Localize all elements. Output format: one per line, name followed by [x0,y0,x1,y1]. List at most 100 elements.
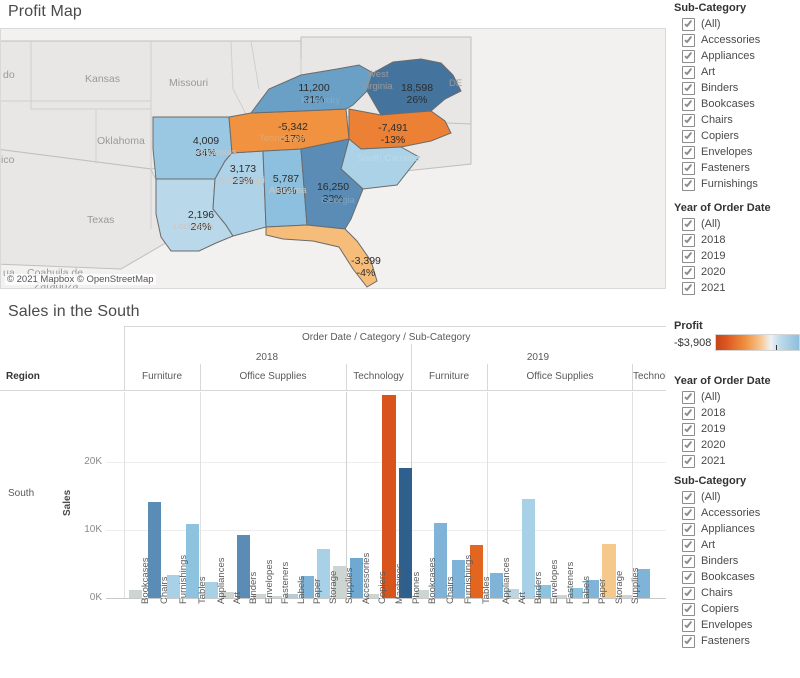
x-label-appliances[interactable]: Appliances [216,558,227,604]
filter-item-art[interactable]: Art [682,64,800,80]
filter-list-sub-category-top[interactable]: (All) Accessories Appliances Art Binders… [672,16,800,198]
checkbox-icon[interactable] [682,391,695,404]
x-label-chairs-2019[interactable]: Chairs [445,577,456,604]
filter-item-binders[interactable]: Binders [682,80,800,96]
x-label-bookcases[interactable]: Bookcases [140,558,151,604]
filter-item-envelopes[interactable]: Envelopes [682,144,800,160]
checkbox-icon[interactable] [682,146,695,159]
filter-item-envelopes-bottom[interactable]: Envelopes [682,617,800,633]
checkbox-icon[interactable] [682,50,695,63]
x-label-accessories[interactable]: Accessories [361,553,372,604]
x-label-furnishings[interactable]: Furnishings [178,555,189,604]
x-label-tables-2019[interactable]: Tables [481,577,492,604]
checkbox-icon[interactable] [682,523,695,536]
x-label-binders-2019[interactable]: Binders [533,572,544,604]
checkbox-icon[interactable] [682,603,695,616]
checkbox-icon[interactable] [682,250,695,263]
filter-item-binders-bottom[interactable]: Binders [682,553,800,569]
plot-area[interactable]: Bookcases Chairs Furnishings Tables Appl… [0,326,666,678]
checkbox-icon[interactable] [682,98,695,111]
x-label-art-2019[interactable]: Art [517,592,528,604]
x-label-supplies[interactable]: Supplies [344,568,355,604]
x-label-appliances-2019[interactable]: Appliances [501,558,512,604]
checkbox-icon[interactable] [682,439,695,452]
checkbox-icon[interactable] [682,587,695,600]
checkbox-icon[interactable] [682,407,695,420]
legend-gradient-row[interactable]: -$3,908 [674,334,800,351]
checkbox-icon[interactable] [682,178,695,191]
x-label-labels[interactable]: Labels [296,576,307,604]
x-label-envelopes-2019[interactable]: Envelopes [549,560,560,604]
checkbox-icon[interactable] [682,423,695,436]
filter-item-chairs[interactable]: Chairs [682,112,800,128]
filter-item-chairs-bottom[interactable]: Chairs [682,585,800,601]
checkbox-icon[interactable] [682,571,695,584]
filter-item-year-2018[interactable]: 2018 [682,232,800,248]
filter-list-year-bottom[interactable]: (All) 2018 2019 2020 2021 [672,389,800,469]
filter-item-year-2021-bottom[interactable]: 2021 [682,453,800,469]
checkbox-icon[interactable] [682,539,695,552]
filter-item-year-all[interactable]: (All) [682,216,800,232]
x-label-labels-2019[interactable]: Labels [581,576,592,604]
checkbox-icon[interactable] [682,218,695,231]
checkbox-icon[interactable] [682,234,695,247]
filter-item-year-all-bottom[interactable]: (All) [682,389,800,405]
filter-item-bookcases[interactable]: Bookcases [682,96,800,112]
filter-item-year-2019-bottom[interactable]: 2019 [682,421,800,437]
x-label-storage-2019[interactable]: Storage [614,571,625,604]
x-label-art[interactable]: Art [232,592,243,604]
x-label-bookcases-2019[interactable]: Bookcases [427,558,438,604]
checkbox-icon[interactable] [682,491,695,504]
filter-item-accessories-bottom[interactable]: Accessories [682,505,800,521]
filter-item-bookcases-bottom[interactable]: Bookcases [682,569,800,585]
x-label-tables[interactable]: Tables [197,577,208,604]
filter-item-fasteners[interactable]: Fasteners [682,160,800,176]
x-label-storage[interactable]: Storage [328,571,339,604]
checkbox-icon[interactable] [682,507,695,520]
filter-item-copiers-bottom[interactable]: Copiers [682,601,800,617]
x-label-paper-2019[interactable]: Paper [597,579,608,604]
checkbox-icon[interactable] [682,555,695,568]
x-label-fasteners[interactable]: Fasteners [280,562,291,604]
filter-item-all-bottom[interactable]: (All) [682,489,800,505]
filter-item-all[interactable]: (All) [682,16,800,32]
map-canvas[interactable]: Kansas Missouri Oklahoma Texas West Virg… [1,29,665,288]
x-label-fasteners-2019[interactable]: Fasteners [565,562,576,604]
filter-item-appliances-bottom[interactable]: Appliances [682,521,800,537]
sales-bar-chart[interactable]: Order Date / Category / Sub-Category 201… [0,326,666,678]
legend-color-gradient[interactable] [715,334,800,351]
x-label-binders[interactable]: Binders [248,572,259,604]
filter-list-sub-category-bottom[interactable]: (All) Accessories Appliances Art Binders… [672,489,800,651]
checkbox-icon[interactable] [682,66,695,79]
checkbox-icon[interactable] [682,455,695,468]
filter-item-accessories[interactable]: Accessories [682,32,800,48]
checkbox-icon[interactable] [682,34,695,47]
filter-item-year-2021[interactable]: 2021 [682,280,800,296]
checkbox-icon[interactable] [682,82,695,95]
checkbox-icon[interactable] [682,162,695,175]
profit-map[interactable]: Kansas Missouri Oklahoma Texas West Virg… [0,28,666,289]
checkbox-icon[interactable] [682,619,695,632]
checkbox-icon[interactable] [682,266,695,279]
filter-item-year-2020[interactable]: 2020 [682,264,800,280]
filter-item-year-2019[interactable]: 2019 [682,248,800,264]
checkbox-icon[interactable] [682,282,695,295]
filter-item-copiers[interactable]: Copiers [682,128,800,144]
x-label-chairs[interactable]: Chairs [159,577,170,604]
checkbox-icon[interactable] [682,18,695,31]
x-label-copiers[interactable]: Copiers [377,571,388,604]
filter-item-fasteners-bottom[interactable]: Fasteners [682,633,800,649]
filter-list-year-top[interactable]: (All) 2018 2019 2020 2021 [672,216,800,296]
checkbox-icon[interactable] [682,635,695,648]
filter-item-year-2020-bottom[interactable]: 2020 [682,437,800,453]
filter-item-art-bottom[interactable]: Art [682,537,800,553]
filter-item-furnishings[interactable]: Furnishings [682,176,800,192]
x-label-supplies-2019[interactable]: Supplies [630,568,641,604]
x-label-machines[interactable]: Machines [394,563,405,604]
checkbox-icon[interactable] [682,114,695,127]
x-label-paper[interactable]: Paper [312,579,323,604]
x-label-phones[interactable]: Phones [411,572,422,604]
filter-item-year-2018-bottom[interactable]: 2018 [682,405,800,421]
filter-item-appliances[interactable]: Appliances [682,48,800,64]
x-label-envelopes[interactable]: Envelopes [264,560,275,604]
